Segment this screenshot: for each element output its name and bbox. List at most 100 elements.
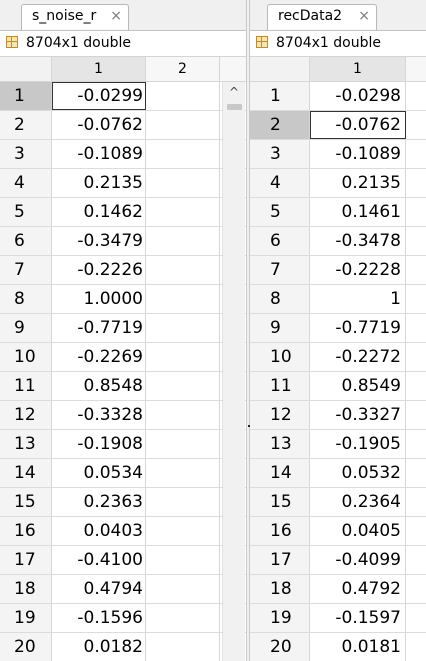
row-header[interactable]: 13: [0, 430, 52, 458]
table-cell-empty[interactable]: [146, 82, 220, 110]
table-cell[interactable]: -0.2228: [310, 256, 406, 284]
row-header[interactable]: 7: [0, 256, 52, 284]
table-cell[interactable]: -0.7719: [52, 314, 146, 342]
row-header[interactable]: 3: [250, 140, 310, 168]
table-cell[interactable]: -0.0298: [310, 82, 406, 110]
table-cell-empty[interactable]: [146, 430, 220, 458]
table-cell-empty[interactable]: [146, 227, 220, 255]
scroll-thumb[interactable]: [227, 104, 242, 110]
table-cell[interactable]: 1.0000: [52, 285, 146, 313]
row-header[interactable]: 9: [250, 314, 310, 342]
scroll-up-icon[interactable]: ^: [226, 84, 242, 100]
table-cell[interactable]: 0.0532: [310, 459, 406, 487]
table-cell[interactable]: 0.0403: [52, 517, 146, 545]
table-cell[interactable]: 0.4792: [310, 575, 406, 603]
row-header[interactable]: 19: [250, 604, 310, 632]
table-cell[interactable]: 0.1462: [52, 198, 146, 226]
row-header[interactable]: 2: [250, 111, 310, 139]
table-cell-empty[interactable]: [146, 111, 220, 139]
table-cell-empty[interactable]: [146, 488, 220, 516]
table-cell[interactable]: -0.1089: [310, 140, 406, 168]
table-cell-empty[interactable]: [146, 285, 220, 313]
row-header[interactable]: 18: [0, 575, 52, 603]
row-header[interactable]: 4: [0, 169, 52, 197]
row-header[interactable]: 8: [250, 285, 310, 313]
row-header[interactable]: 9: [0, 314, 52, 342]
row-header[interactable]: 10: [250, 343, 310, 371]
table-cell[interactable]: 0.2364: [310, 488, 406, 516]
table-cell[interactable]: 0.1461: [310, 198, 406, 226]
table-cell[interactable]: 0.4794: [52, 575, 146, 603]
table-cell-empty[interactable]: [146, 314, 220, 342]
row-header[interactable]: 17: [0, 546, 52, 574]
table-cell[interactable]: 0.0405: [310, 517, 406, 545]
table-cell[interactable]: 0.2135: [52, 169, 146, 197]
corner-cell[interactable]: [250, 57, 310, 81]
row-header[interactable]: 16: [0, 517, 52, 545]
row-header[interactable]: 16: [250, 517, 310, 545]
corner-cell[interactable]: [0, 57, 52, 81]
table-cell[interactable]: 0.2363: [52, 488, 146, 516]
table-cell[interactable]: 0.8548: [52, 372, 146, 400]
row-header[interactable]: 12: [250, 401, 310, 429]
tab-s-noise-r[interactable]: s_noise_r ×: [21, 4, 129, 30]
close-icon[interactable]: ×: [110, 5, 122, 27]
table-cell[interactable]: -0.2269: [52, 343, 146, 371]
table-cell[interactable]: -0.1908: [52, 430, 146, 458]
table-cell-empty[interactable]: [146, 604, 220, 632]
table-cell-empty[interactable]: [146, 343, 220, 371]
row-header[interactable]: 11: [250, 372, 310, 400]
row-header[interactable]: 12: [0, 401, 52, 429]
row-header[interactable]: 11: [0, 372, 52, 400]
table-cell[interactable]: 0.8549: [310, 372, 406, 400]
table-cell[interactable]: -0.4100: [52, 546, 146, 574]
table-cell[interactable]: -0.3478: [310, 227, 406, 255]
table-cell-empty[interactable]: [146, 169, 220, 197]
table-cell-empty[interactable]: [146, 459, 220, 487]
table-cell[interactable]: -0.3327: [310, 401, 406, 429]
table-cell[interactable]: -0.3479: [52, 227, 146, 255]
row-header[interactable]: 8: [0, 285, 52, 313]
table-cell[interactable]: 0.0534: [52, 459, 146, 487]
column-header-2[interactable]: 2: [146, 57, 220, 81]
table-cell[interactable]: -0.1905: [310, 430, 406, 458]
row-header[interactable]: 14: [250, 459, 310, 487]
table-cell[interactable]: -0.2272: [310, 343, 406, 371]
row-header[interactable]: 6: [0, 227, 52, 255]
row-header[interactable]: 15: [0, 488, 52, 516]
table-cell-empty[interactable]: [146, 633, 220, 661]
row-header[interactable]: 19: [0, 604, 52, 632]
table-cell-empty[interactable]: [146, 517, 220, 545]
table-cell[interactable]: 0.0182: [52, 633, 146, 661]
table-cell[interactable]: -0.0762: [52, 111, 146, 139]
row-header[interactable]: 10: [0, 343, 52, 371]
row-header[interactable]: 5: [0, 198, 52, 226]
table-cell[interactable]: -0.1089: [52, 140, 146, 168]
row-header[interactable]: 1: [0, 82, 52, 110]
row-header[interactable]: 17: [250, 546, 310, 574]
table-cell-empty[interactable]: [146, 575, 220, 603]
column-header-1[interactable]: 1: [310, 57, 406, 81]
row-header[interactable]: 20: [0, 633, 52, 661]
close-icon[interactable]: ×: [358, 5, 370, 27]
table-cell[interactable]: -0.0299: [52, 82, 146, 110]
table-cell-empty[interactable]: [146, 198, 220, 226]
table-cell[interactable]: 1: [310, 285, 406, 313]
row-header[interactable]: 7: [250, 256, 310, 284]
table-cell[interactable]: 0.0181: [310, 633, 406, 661]
table-cell[interactable]: -0.3328: [52, 401, 146, 429]
tab-recdata2[interactable]: recData2 ×: [267, 4, 377, 30]
table-cell[interactable]: -0.2226: [52, 256, 146, 284]
table-cell-empty[interactable]: [146, 546, 220, 574]
table-cell[interactable]: -0.4099: [310, 546, 406, 574]
table-cell[interactable]: -0.1597: [310, 604, 406, 632]
row-header[interactable]: 18: [250, 575, 310, 603]
table-cell[interactable]: -0.1596: [52, 604, 146, 632]
table-cell[interactable]: 0.2135: [310, 169, 406, 197]
table-cell-empty[interactable]: [146, 372, 220, 400]
table-cell-empty[interactable]: [146, 140, 220, 168]
row-header[interactable]: 15: [250, 488, 310, 516]
row-header[interactable]: 4: [250, 169, 310, 197]
table-cell[interactable]: -0.7719: [310, 314, 406, 342]
row-header[interactable]: 14: [0, 459, 52, 487]
